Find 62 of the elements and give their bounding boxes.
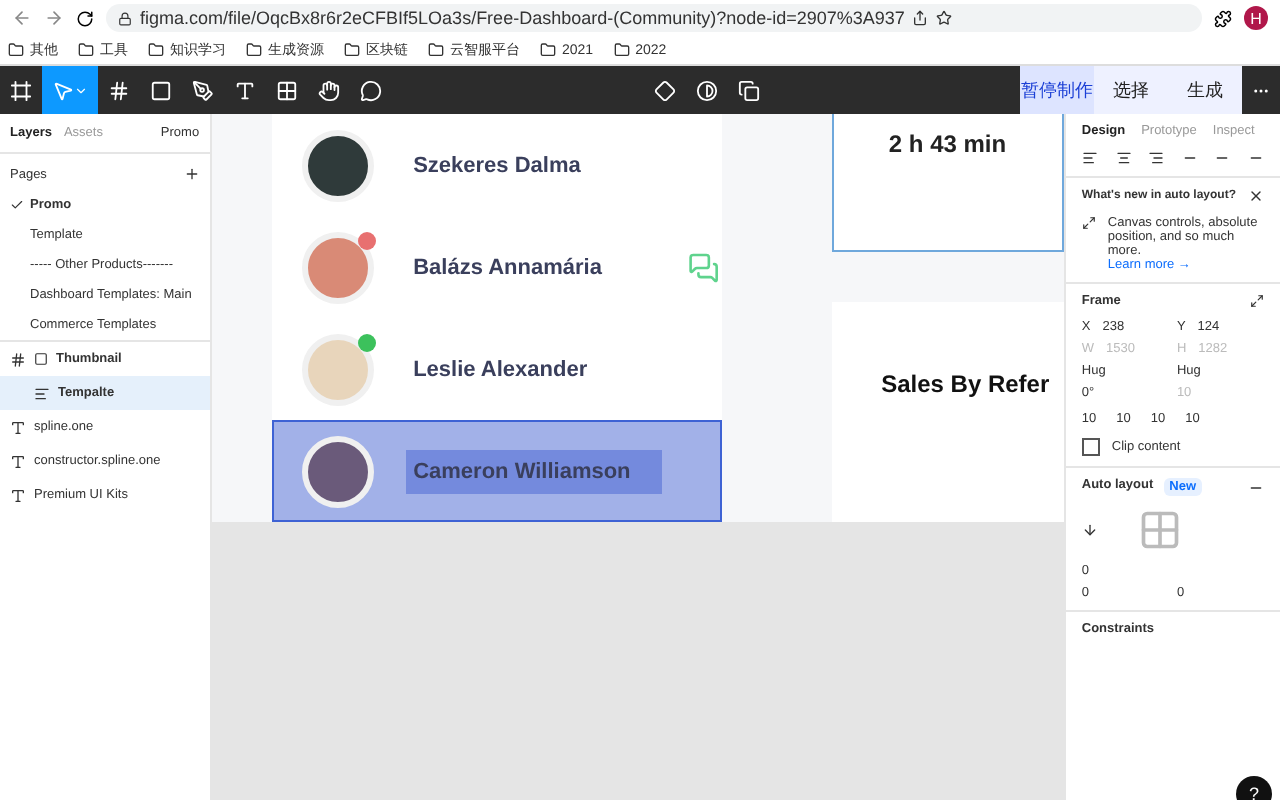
text-icon [10, 487, 26, 503]
forward-icon [44, 8, 64, 28]
lock-icon [118, 11, 132, 25]
square-icon [150, 79, 172, 101]
pointer-icon [52, 79, 74, 101]
action-button[interactable]: 暂停制作 [1020, 66, 1094, 114]
contact-name: Szekeres Dalma [411, 151, 583, 181]
alignment-grid-icon [1137, 508, 1182, 552]
address-bar[interactable]: figma.com/file/OqcBx8r6r2eCFBIf5LOa3s/Free-Dashboard-(Community)?node-id=2907%3A937 [106, 4, 1202, 32]
diamond-icon [653, 79, 675, 101]
grid-icon [276, 79, 298, 101]
comment-icon [360, 79, 382, 101]
folder-icon [344, 42, 360, 58]
url-text: figma.com/file/OqcBx8r6r2eCFBIf5LOa3s/Free-Dashboard-(Community)?node-id=2907%3A937 [140, 8, 905, 28]
contrast-icon [695, 79, 717, 101]
align-center-icon [1115, 150, 1131, 166]
add-icon [183, 166, 200, 182]
folder-icon [540, 42, 556, 58]
puzzle-icon [1214, 9, 1232, 27]
folder-icon [428, 42, 444, 58]
resize-icon [1250, 294, 1264, 308]
text-icon [10, 419, 26, 435]
check-icon [10, 198, 24, 212]
contact-row[interactable]: Leslie Alexander [271, 318, 722, 420]
avatar [301, 129, 374, 201]
align-left-icon [1081, 150, 1098, 166]
caret-icon [74, 83, 88, 97]
action-button[interactable]: 选择 [1094, 66, 1168, 114]
profile-avatar[interactable]: H [1244, 6, 1268, 30]
folder-icon [78, 42, 94, 58]
canvas-icon [1081, 216, 1096, 230]
hash-icon [10, 351, 26, 367]
align-right-icon [1148, 150, 1165, 166]
folder-icon [246, 42, 262, 58]
reload-icon [76, 9, 94, 27]
hand-icon [318, 79, 340, 101]
action-button[interactable]: 生成 [1168, 66, 1242, 114]
avatar [301, 435, 374, 507]
folder-icon [148, 42, 164, 58]
contact-name: Cameron Williamson [405, 449, 662, 493]
contact-name: Leslie Alexander [411, 355, 590, 385]
card-title: Sales By Refer [881, 370, 1050, 398]
contact-row[interactable]: Szekeres Dalma [271, 114, 722, 216]
clip-checkbox[interactable] [1081, 438, 1100, 456]
text-icon [234, 79, 256, 101]
lines-icon [34, 385, 50, 401]
layers-icon [737, 79, 759, 101]
star-icon [936, 10, 953, 26]
folder-icon [613, 42, 630, 58]
contact-name: Balázs Annamária [411, 253, 604, 283]
contact-row[interactable]: Balázs Annamária [271, 216, 722, 318]
share-icon [912, 10, 929, 26]
time-value: 2 h 43 min [888, 130, 1007, 162]
text-icon [10, 453, 26, 469]
direction-icon [1081, 522, 1098, 538]
folder-icon [8, 42, 24, 58]
frame-icon [34, 352, 48, 366]
pen-icon [192, 79, 214, 101]
hash-icon [108, 79, 130, 101]
back-icon [12, 8, 32, 28]
help-button[interactable]: ? [1236, 776, 1272, 800]
close-icon [1248, 188, 1264, 204]
